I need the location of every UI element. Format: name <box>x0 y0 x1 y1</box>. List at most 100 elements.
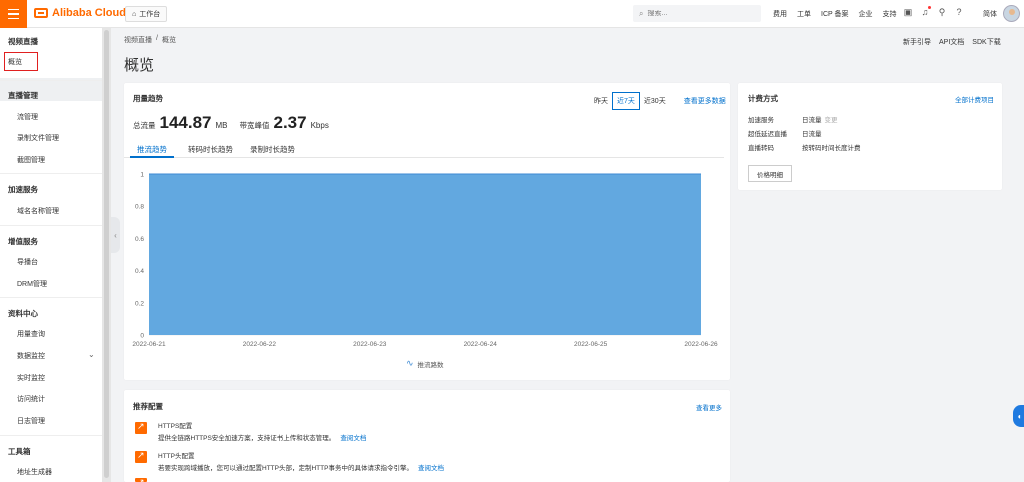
search-icon: ⌕ <box>639 8 644 18</box>
all-billing-items-link[interactable]: 全部计费项目 <box>955 94 994 104</box>
push-trend-chart: 0 0.2 0.4 0.6 0.8 1 2022-06-21 2022-06-22 2022-0… <box>132 172 718 349</box>
chat-assistant-button[interactable]: ◐ <box>1013 405 1024 427</box>
sidebar-item-domain[interactable]: 域名名称管理 <box>17 206 59 216</box>
change-billing-link[interactable]: 变更 <box>825 117 838 124</box>
range-7days[interactable]: 近7天 <box>612 92 640 110</box>
sidebar: 视频直播 概览 直播管理 流管理 录制文件管理 截图管理 加速服务 域名名称管理… <box>0 28 103 482</box>
sidebar-group-value-added: 增值服务 <box>8 237 38 246</box>
breadcrumb-current: 概览 <box>161 37 176 44</box>
sidebar-item-stream[interactable]: 流管理 <box>17 112 38 122</box>
x-tick-label: 2022-06-25 <box>574 341 608 348</box>
sidebar-group-tools: 工具箱 <box>8 447 31 456</box>
range-yesterday[interactable]: 昨天 <box>594 96 608 106</box>
breadcrumb: 视频直播 / 概览 <box>124 35 176 45</box>
divider <box>0 435 102 436</box>
top-link-billing[interactable]: 费用 <box>773 9 787 19</box>
breadcrumb-root[interactable]: 视频直播 <box>124 35 152 45</box>
doc-link[interactable]: 查阅文档 <box>418 465 444 472</box>
legend-line-icon: ∿ <box>406 358 414 368</box>
tab-push-trend[interactable]: 推流趋势 <box>130 144 174 158</box>
help-links: 新手引导 API文档 SDK下载 <box>903 37 1001 47</box>
collapse-sidebar-button[interactable]: ‹ <box>111 217 120 253</box>
x-tick-label: 2022-06-23 <box>353 341 387 348</box>
top-bar: Alibaba Cloud ⌂ 工作台 ⌕ 费用 工单 ICP 备案 企业 支持… <box>0 0 1024 28</box>
api-doc-link[interactable]: API文档 <box>939 37 964 47</box>
message-icon[interactable]: ▣ <box>903 7 913 17</box>
sidebar-item-overview[interactable]: 概览 <box>4 52 38 71</box>
sidebar-item-drm[interactable]: DRM管理 <box>17 279 47 289</box>
billing-row-value: 按转码时间长度计费 <box>802 145 861 152</box>
price-details-button[interactable]: 价格明细 <box>748 165 792 182</box>
avatar[interactable] <box>1003 5 1020 22</box>
trend-tabs: 推流趋势 转码时长趋势 录制时长趋势 <box>124 144 724 158</box>
workspace-button[interactable]: ⌂ 工作台 <box>125 6 168 22</box>
total-traffic-label: 总流量 <box>133 121 156 130</box>
peak-bandwidth-unit: Kbps <box>310 121 329 130</box>
sidebar-item-monitoring[interactable]: 数据监控 <box>17 351 45 361</box>
range-30days[interactable]: 近30天 <box>644 96 666 106</box>
brand-name: Alibaba Cloud <box>52 7 126 19</box>
search-box[interactable]: ⌕ <box>633 5 761 22</box>
config-icon <box>135 477 147 482</box>
scrollbar-thumb[interactable] <box>104 30 109 478</box>
top-link-ticket[interactable]: 工单 <box>797 9 811 19</box>
y-tick-label: 0.6 <box>135 236 144 243</box>
https-config-icon <box>135 421 147 434</box>
divider <box>0 80 102 81</box>
top-link-support[interactable]: 支持 <box>883 9 897 19</box>
sidebar-product-title: 视频直播 <box>8 37 38 46</box>
tab-record-trend[interactable]: 录制时长趋势 <box>250 144 295 158</box>
x-tick-label: 2022-06-26 <box>684 341 718 348</box>
y-tick-label: 0.4 <box>135 268 144 275</box>
guide-link[interactable]: 新手引导 <box>903 37 931 47</box>
search-input[interactable] <box>647 10 748 17</box>
chart-legend[interactable]: ∿ 推流路数 <box>406 358 444 369</box>
top-link-enterprise[interactable]: 企业 <box>859 9 873 19</box>
rec-item-title: HTTP头配置 <box>158 453 195 460</box>
divider <box>0 297 102 298</box>
lightbulb-icon[interactable]: ⚲ <box>937 7 947 17</box>
time-range-selector: 昨天 近7天 近30天 查看更多数据 <box>594 92 726 110</box>
chevron-down-icon[interactable]: ⌄ <box>88 350 95 359</box>
billing-title: 计费方式 <box>748 94 778 103</box>
top-link-icp[interactable]: ICP 备案 <box>821 9 849 19</box>
view-more-link[interactable]: 查看更多 <box>696 402 722 412</box>
sidebar-item-recording[interactable]: 录制文件管理 <box>17 133 59 143</box>
x-tick-label: 2022-06-21 <box>132 341 166 348</box>
sidebar-item-access-stats[interactable]: 访问统计 <box>17 394 45 404</box>
x-tick-label: 2022-06-22 <box>243 341 277 348</box>
sidebar-item-usage[interactable]: 用量查询 <box>17 329 45 339</box>
help-icon[interactable]: ? <box>954 7 964 17</box>
sidebar-group-acceleration: 加速服务 <box>8 185 38 194</box>
tab-transcode-trend[interactable]: 转码时长趋势 <box>188 144 233 158</box>
series-area <box>149 174 701 335</box>
sidebar-item-logs[interactable]: 日志管理 <box>17 416 45 426</box>
sdk-download-link[interactable]: SDK下载 <box>972 37 1000 47</box>
page-title: 概览 <box>124 57 155 74</box>
rec-item-desc: 提供全链路HTTPS安全加速方案，支持证书上传和状态管理。 查阅文档 <box>158 432 366 442</box>
rec-desc-text: 提供全链路HTTPS安全加速方案，支持证书上传和状态管理。 <box>158 435 336 442</box>
sidebar-item-realtime[interactable]: 实时监控 <box>17 373 45 383</box>
rec-desc-text: 若要实现跨域播放，您可以通过配置HTTP头部，定制HTTP事务中的具体请求指令引… <box>158 465 413 472</box>
divider <box>0 225 102 226</box>
language-switch[interactable]: 简体 <box>983 9 997 19</box>
view-more-data-link[interactable]: 查看更多数据 <box>684 96 726 106</box>
bell-icon[interactable]: ♫ <box>920 6 931 17</box>
sidebar-item-label: 概览 <box>8 58 22 66</box>
y-tick-label: 0 <box>140 333 144 340</box>
y-tick-label: 1 <box>140 172 144 179</box>
top-links: 费用 工单 ICP 备案 企业 支持 <box>773 9 897 19</box>
home-icon: ⌂ <box>132 10 137 18</box>
menu-icon[interactable] <box>0 0 27 28</box>
sidebar-item-url-generator[interactable]: 地址生成器 <box>17 467 52 477</box>
notification-dot <box>928 6 931 9</box>
sidebar-item-director[interactable]: 导播台 <box>17 257 38 267</box>
recommend-title: 推荐配置 <box>133 402 163 411</box>
sidebar-item-snapshot[interactable]: 截图管理 <box>17 155 45 165</box>
peak-bandwidth-value: 2.37 <box>273 113 307 132</box>
doc-link[interactable]: 查阅文档 <box>340 435 366 442</box>
sidebar-group-data: 资料中心 <box>8 309 38 318</box>
legend-label: 推流路数 <box>417 361 444 369</box>
usage-summary: 总流量 144.87 MB 带宽峰值 2.37 Kbps <box>133 113 329 133</box>
brand-logo[interactable]: Alibaba Cloud <box>34 7 126 19</box>
